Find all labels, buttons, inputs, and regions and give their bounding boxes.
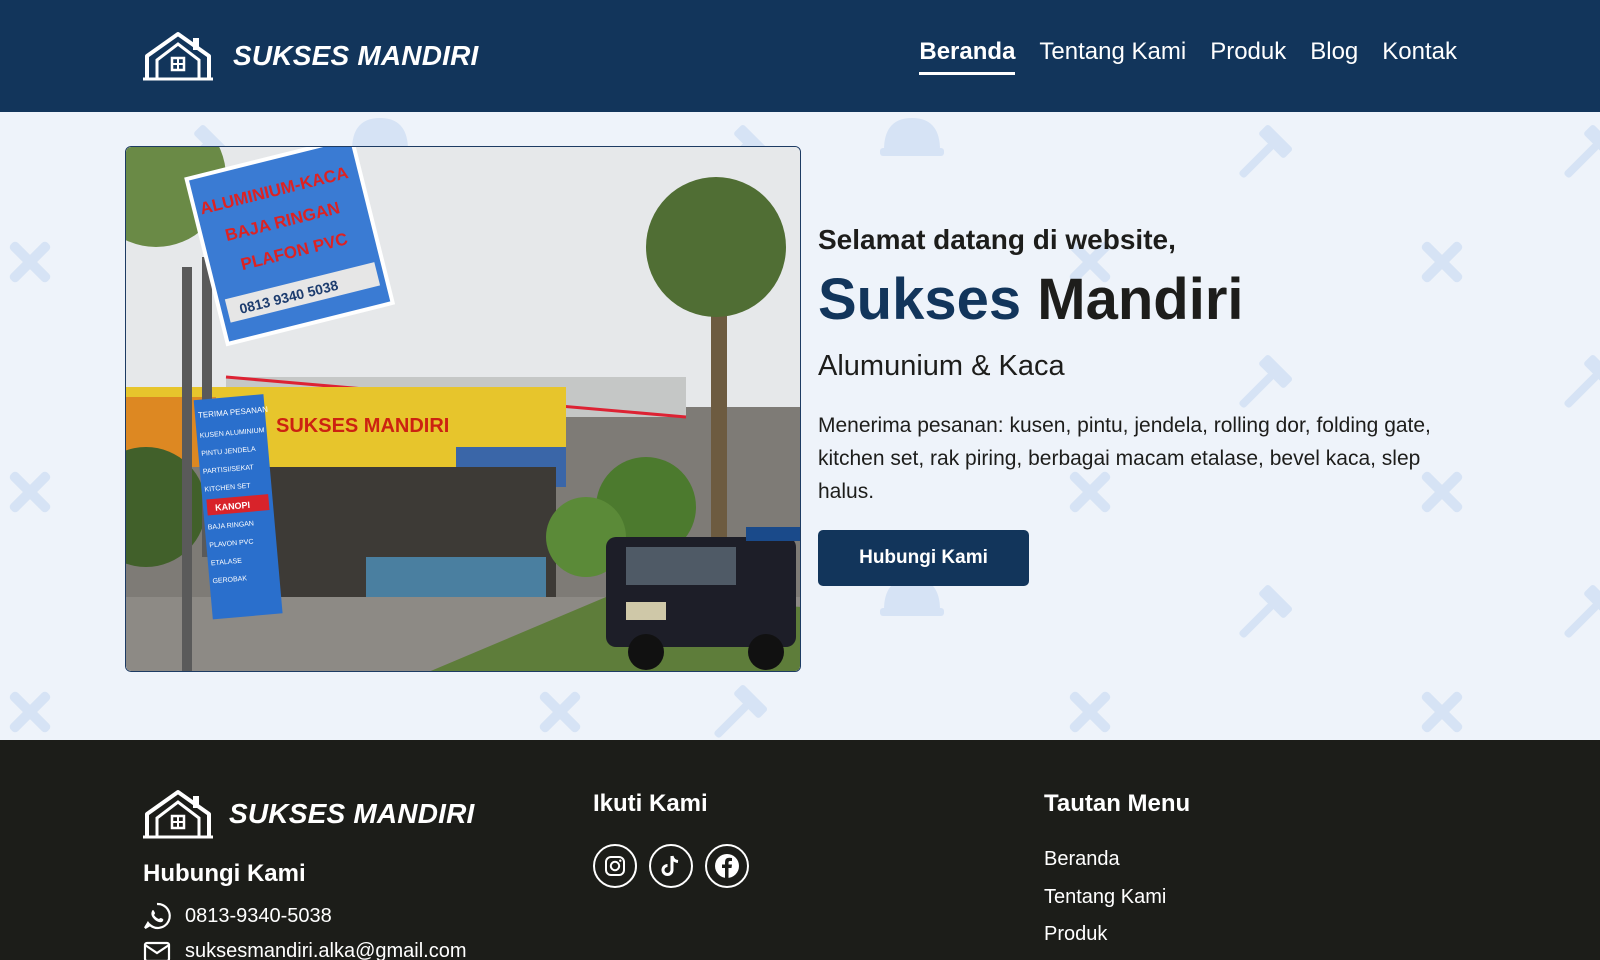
menu-title: Tautan Menu xyxy=(1044,790,1191,817)
contact-phone-text: 0813-9340-5038 xyxy=(185,904,332,927)
house-logo-icon xyxy=(143,32,213,81)
site-footer: SUKSES MANDIRI Hubungi Kami 0813-9340-50… xyxy=(0,740,1600,960)
main-nav: Beranda Tentang Kami Produk Blog Kontak xyxy=(895,38,1457,75)
hero-title-part1: Sukses xyxy=(818,267,1022,332)
nav-beranda[interactable]: Beranda xyxy=(919,38,1016,75)
nav-tentang-kami[interactable]: Tentang Kami xyxy=(1039,38,1186,75)
storefront-photo: SUKSES MANDIRI ALUMINIUM-KACA BAJA RINGA… xyxy=(125,146,801,672)
house-logo-icon xyxy=(143,790,213,839)
hero-section: SUKSES MANDIRI ALUMINIUM-KACA BAJA RINGA… xyxy=(0,112,1600,740)
contact-us-button[interactable]: Hubungi Kami xyxy=(818,529,1029,586)
hero-subtitle: Alumunium & Kaca xyxy=(818,349,1065,382)
instagram-icon[interactable] xyxy=(593,844,637,888)
whatsapp-icon xyxy=(144,902,171,930)
hero-description: Menerima pesanan: kusen, pintu, jendela,… xyxy=(818,413,1431,503)
tiktok-icon[interactable] xyxy=(649,844,693,888)
welcome-text: Selamat datang di website, xyxy=(818,224,1176,255)
brand-name: SUKSES MANDIRI xyxy=(233,40,479,71)
contact-title: Hubungi Kami xyxy=(143,860,306,887)
photo-banner-text: SUKSES MANDIRI xyxy=(276,415,449,437)
footer-link-beranda[interactable]: Beranda xyxy=(1044,848,1120,871)
contact-email[interactable]: suksesmandiri.alka@gmail.com xyxy=(143,940,467,960)
contact-email-text: suksesmandiri.alka@gmail.com xyxy=(185,940,467,960)
follow-title: Ikuti Kami xyxy=(593,790,708,817)
footer-brand[interactable]: SUKSES MANDIRI xyxy=(143,788,475,840)
footer-brand-name: SUKSES MANDIRI xyxy=(229,798,475,829)
hero-title-part2: Mandiri xyxy=(1037,267,1244,332)
brand-logo-link[interactable]: SUKSES MANDIRI xyxy=(143,30,479,82)
hero-text-block: Selamat datang di website, Sukses Mandir… xyxy=(818,224,1478,586)
nav-produk[interactable]: Produk xyxy=(1210,38,1286,75)
site-header: SUKSES MANDIRI Beranda Tentang Kami Prod… xyxy=(0,0,1600,112)
footer-link-tentang-kami[interactable]: Tentang Kami xyxy=(1044,886,1166,909)
contact-phone[interactable]: 0813-9340-5038 xyxy=(143,902,332,930)
social-links xyxy=(593,844,761,888)
mail-icon xyxy=(143,941,171,960)
nav-kontak[interactable]: Kontak xyxy=(1382,38,1457,75)
footer-link-produk[interactable]: Produk xyxy=(1044,923,1107,946)
facebook-icon[interactable] xyxy=(705,844,749,888)
hero-title: Sukses Mandiri xyxy=(818,268,1478,332)
nav-blog[interactable]: Blog xyxy=(1310,38,1358,75)
